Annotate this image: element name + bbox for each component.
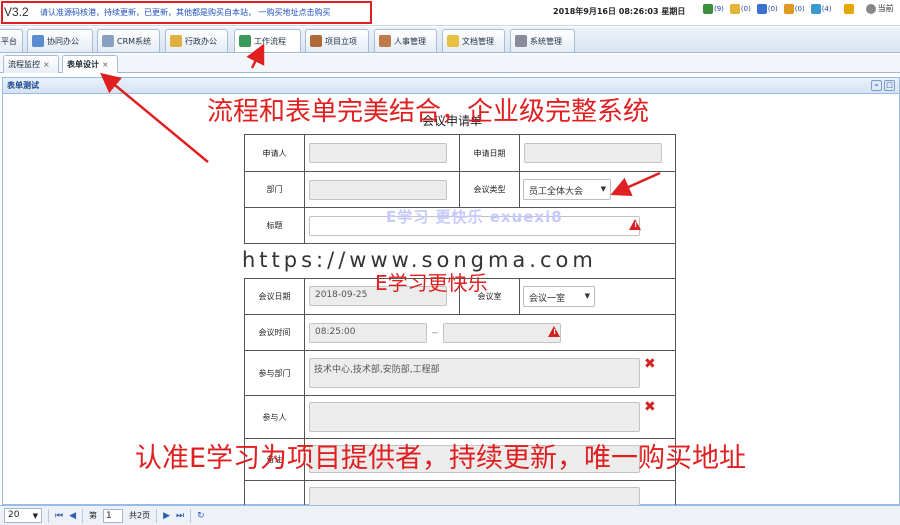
crm-icon [102, 35, 114, 47]
lock-icon[interactable] [843, 3, 854, 14]
promo-subheading: E学习更快乐 [375, 271, 488, 295]
people-textarea[interactable] [309, 402, 640, 432]
divider [82, 508, 84, 523]
sub-tabs: 流程监控 × 表单设计 × [0, 54, 900, 73]
form-row: 会议时间 08:25:00 -- ! [245, 315, 675, 351]
pagination-bar: 20 ▼ ⏮ ◀ 第 1 共2页 ▶ ⏭ ↻ [0, 505, 900, 525]
watermark-text: E学习 更快乐 exuexi8 [386, 208, 563, 226]
system-icon [515, 35, 527, 47]
dept-field[interactable] [309, 180, 447, 200]
chevron-down-icon: ▼ [32, 512, 38, 520]
divider [156, 508, 158, 523]
last-page-icon[interactable]: ⏭ [176, 511, 184, 521]
apply-date-field[interactable] [524, 143, 662, 163]
message-icon [810, 3, 821, 14]
stat-chat[interactable]: (0) [783, 3, 805, 14]
form-row: 参与人 ✖ [245, 396, 675, 439]
warning-icon: ! [629, 219, 641, 230]
divider [48, 508, 49, 523]
dept-label: 部门 [245, 172, 305, 207]
delete-icon[interactable]: ✖ [644, 399, 656, 415]
first-page-icon[interactable]: ⏮ [55, 511, 63, 521]
form-row: 部门 会议类型 员工全体大会 ▼ [245, 172, 675, 208]
promo-footer: 认准E学习为项目提供者，持续更新，唯一购买地址 [135, 443, 747, 474]
warning-icon: ! [548, 326, 560, 337]
page-number-input[interactable]: 1 [103, 508, 124, 523]
refresh-icon[interactable]: ↻ [197, 511, 205, 521]
module-nav: 平台 协同办公 CRM系统 行政办公 工作流程 项目立项 人事管理 文档管理 系… [0, 27, 900, 53]
promo-heading: 流程和表单完美结合，企业级完整系统 [207, 97, 650, 127]
tab-workflow[interactable]: 工作流程 [234, 29, 301, 52]
docs-icon [447, 35, 459, 47]
tab-admin[interactable]: 行政办公 [165, 29, 228, 52]
close-icon[interactable]: × [43, 60, 50, 69]
calendar-icon [756, 3, 767, 14]
page-total: 共2页 [129, 511, 151, 520]
room-select[interactable]: 会议一室 ▼ [523, 286, 595, 307]
hr-icon [379, 35, 391, 47]
gear-icon [865, 3, 876, 14]
tab-crm[interactable]: CRM系统 [97, 29, 160, 52]
tab-platform[interactable]: 平台 [0, 29, 23, 52]
tab-project[interactable]: 项目立项 [305, 29, 369, 52]
applicant-field[interactable] [309, 143, 447, 163]
top-bar: V3.2 请认准源码核港，持续更新，已更新，其他都是购买自本站， 一购买地址点击… [0, 0, 900, 26]
current-user[interactable]: 当前 [865, 3, 894, 14]
tab-form-design[interactable]: 表单设计 × [62, 55, 118, 73]
people-label: 参与人 [245, 396, 305, 438]
time-separator: -- [432, 328, 438, 337]
stat-calendar[interactable]: (0) [756, 3, 778, 14]
collab-icon [32, 35, 44, 47]
divider [190, 508, 192, 523]
notice-banner[interactable]: 请认准源码核港，持续更新，已更新，其他都是购买自本站， 一购买地址点击购买 [1, 1, 372, 24]
subject-label: 标题 [245, 208, 305, 243]
prev-page-icon[interactable]: ◀ [69, 511, 76, 521]
maximize-button[interactable]: □ [884, 80, 895, 91]
next-page-icon[interactable]: ▶ [163, 511, 170, 521]
workflow-icon [239, 35, 251, 47]
page-size-select[interactable]: 20 ▼ [4, 508, 42, 523]
tab-flow-monitor[interactable]: 流程监控 × [3, 55, 59, 73]
start-time-field[interactable]: 08:25:00 [309, 323, 427, 343]
depts-label: 参与部门 [245, 351, 305, 395]
delete-icon[interactable]: ✖ [644, 356, 656, 372]
form-row: 申请人 申请日期 [245, 135, 675, 172]
depts-textarea[interactable]: 技术中心,技术部,安防部,工程部 [309, 358, 640, 388]
meeting-date-label: 会议日期 [245, 279, 305, 314]
apply-date-label: 申请日期 [460, 135, 520, 171]
notice-text[interactable]: 请认准源码核港，持续更新，已更新，其他都是购买自本站， 一购买地址点击购买 [40, 7, 331, 18]
users-icon [703, 3, 713, 14]
meeting-type-select[interactable]: 员工全体大会 ▼ [523, 179, 611, 200]
collapse-button[interactable]: – [871, 80, 882, 91]
datetime-label: 2018年9月16日 08:26:03 星期日 [553, 7, 686, 16]
tab-hr[interactable]: 人事管理 [374, 29, 437, 52]
tab-system[interactable]: 系统管理 [510, 29, 575, 52]
chevron-down-icon: ▼ [584, 292, 590, 300]
chat-icon [783, 3, 794, 14]
tab-collab[interactable]: 协同办公 [27, 29, 93, 52]
meeting-type-label: 会议类型 [460, 172, 520, 207]
end-time-field[interactable] [443, 323, 561, 343]
stat-mail[interactable]: (0) [729, 3, 751, 14]
page-prefix: 第 [89, 511, 98, 520]
form-row: 参与部门 技术中心,技术部,安防部,工程部 ✖ [245, 351, 675, 396]
close-icon[interactable]: × [102, 60, 109, 69]
tab-docs[interactable]: 文档管理 [442, 29, 505, 52]
admin-icon [170, 35, 182, 47]
applicant-label: 申请人 [245, 135, 305, 171]
project-icon [310, 35, 322, 47]
stat-users[interactable]: (9) [703, 3, 724, 14]
stat-message[interactable]: (4) [810, 3, 832, 14]
chevron-down-icon: ▼ [600, 185, 606, 193]
meeting-time-label: 会议时间 [245, 315, 305, 350]
mail-icon [729, 3, 740, 14]
status-bar: (9) (0) (0) (0) (4) 当前 [703, 3, 894, 14]
